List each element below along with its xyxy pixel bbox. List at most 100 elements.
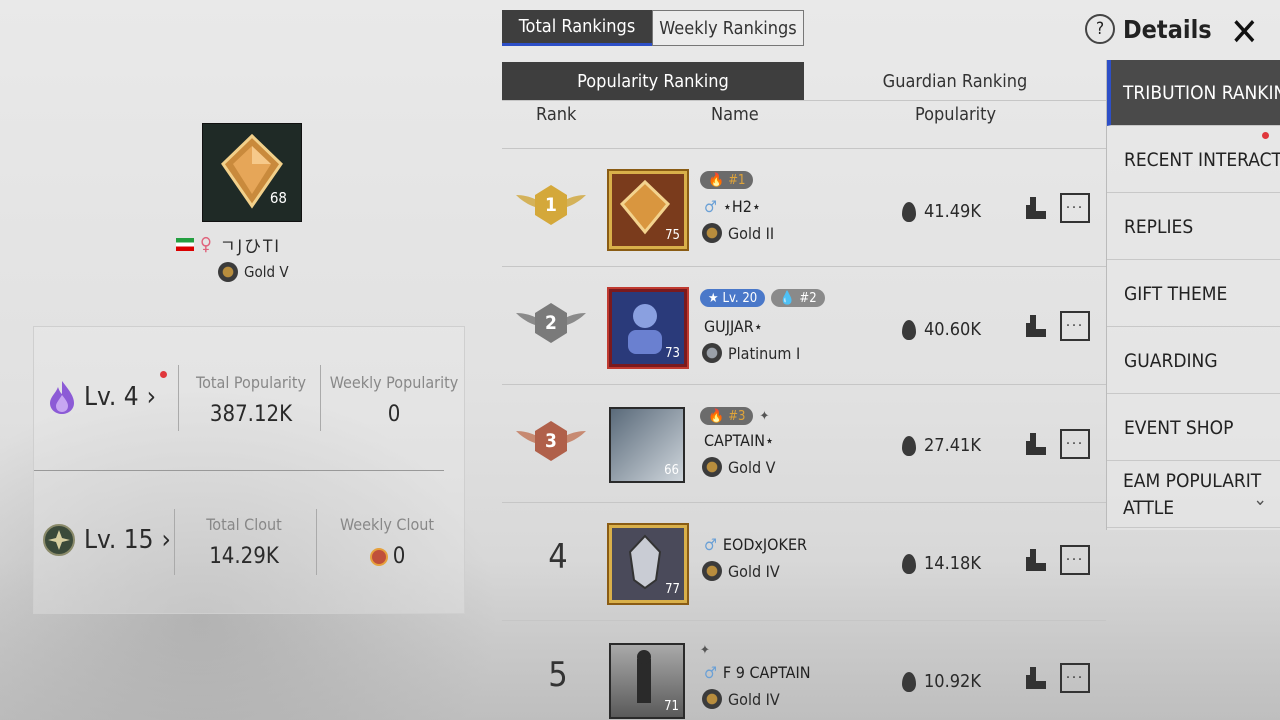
popularity-header: Popularity [915, 104, 997, 125]
table-row[interactable]: 5 71 ✦ ♂ F 9 CAPTAIN Gold IV 10.92K ··· [502, 621, 1106, 720]
nav-contribution-ranking[interactable]: TRIBUTION RANKING [1107, 60, 1280, 126]
popularity-value: 41.49K [924, 201, 981, 222]
player-avatar[interactable]: 73 [609, 289, 687, 367]
player-tier: Gold IV [728, 689, 780, 709]
purple-flame-icon [50, 381, 74, 414]
rank-header: Rank [536, 104, 577, 125]
gift-icon[interactable] [1020, 311, 1050, 341]
rank-number: 5 [548, 655, 568, 695]
tab-guardian-ranking[interactable]: Guardian Ranking [804, 62, 1106, 100]
close-icon[interactable]: ✕ [1230, 12, 1259, 52]
divider [178, 365, 179, 431]
player-avatar[interactable]: 71 [609, 643, 685, 719]
popularity-value: 14.18K [924, 553, 981, 574]
popularity-stats: Lv. 4 › Total Popularity 387.12K Weekly … [34, 345, 464, 455]
nav-event-shop[interactable]: EVENT SHOP [1107, 395, 1280, 461]
male-icon: ♂ [704, 535, 717, 554]
nav-team-popularity-battle[interactable]: EAM POPULARIT ATTLE ⌄ [1107, 462, 1280, 528]
nav-guarding[interactable]: GUARDING [1107, 328, 1280, 394]
divider [320, 365, 321, 431]
player-name: GUJJAR⋆ [704, 317, 763, 336]
player-tier: Gold IV [728, 561, 780, 581]
player-avatar[interactable]: 68 [202, 123, 302, 222]
clan-emblem-icon: ✦ [700, 643, 710, 658]
rank-badge: 🔥 #3 [700, 407, 754, 425]
notification-dot [1262, 132, 1269, 139]
gold-tier-icon [702, 457, 722, 477]
message-icon[interactable]: ··· [1060, 311, 1090, 341]
nav-gift-theme[interactable]: GIFT THEME [1107, 261, 1280, 327]
rank-1-badge: 1 [516, 177, 586, 233]
clout-level-button[interactable]: Lv. 15 › [42, 523, 171, 557]
clout-badge-icon [43, 524, 75, 556]
message-icon[interactable]: ··· [1060, 429, 1090, 459]
divider [502, 100, 1106, 101]
player-name: EODxJOKER [722, 535, 808, 554]
notification-dot [160, 371, 167, 378]
player-badges: 🔥 #1 [700, 171, 754, 189]
popularity-level-button[interactable]: Lv. 4 › [48, 379, 156, 415]
flame-icon [902, 553, 916, 574]
flame-icon [902, 435, 916, 456]
nav-recent-interactions[interactable]: RECENT INTERACTIC [1107, 127, 1280, 193]
player-identity: ♀ ㄱJひTI [176, 233, 281, 257]
details-button[interactable]: ? Details [1085, 14, 1212, 44]
flame-icon [902, 671, 916, 692]
table-row[interactable]: 4 77 ♂ EODxJOKER Gold IV 14.18K ··· [502, 503, 1106, 620]
gift-icon[interactable] [1020, 429, 1050, 459]
stats-panel: Lv. 4 › Total Popularity 387.12K Weekly … [33, 326, 465, 614]
weekly-popularity-value: 0 [387, 402, 401, 427]
player-avatar[interactable]: 75 [609, 171, 687, 249]
rank-badge: 💧 #2 [771, 289, 825, 307]
player-tier: Gold II [728, 223, 775, 243]
gift-icon[interactable] [1020, 193, 1050, 223]
level-badge: ★ Lv. 20 [700, 289, 766, 307]
popularity-value: 27.41K [924, 435, 981, 456]
clout-coin-icon [369, 547, 388, 566]
table-row[interactable]: 3 66 🔥 #3 ✦ CAPTAIN⋆ Gold V 27.41K ··· [502, 385, 1106, 502]
message-icon[interactable]: ··· [1060, 545, 1090, 575]
total-clout: Total Clout 14.29K [180, 515, 308, 569]
clout-stats: Lv. 15 › Total Clout 14.29K Weekly Clout… [34, 489, 464, 599]
player-avatar[interactable]: 66 [609, 407, 685, 483]
popularity-level: Lv. 4 [84, 382, 139, 412]
male-icon: ♂ [704, 197, 717, 216]
tab-total-rankings[interactable]: Total Rankings [502, 10, 652, 46]
divider [316, 509, 317, 575]
popularity-value: 40.60K [924, 319, 981, 340]
table-row[interactable]: 2 73 ★ Lv. 20 💧 #2 GUJJAR⋆ Platinum I 40.6… [502, 267, 1106, 384]
flame-icon [902, 201, 916, 222]
player-badges: ★ Lv. 20 💧 #2 [700, 289, 825, 307]
female-icon: ♀ [200, 233, 214, 255]
message-icon[interactable]: ··· [1060, 663, 1090, 693]
platinum-tier-icon [702, 343, 722, 363]
player-tier: Gold V [218, 262, 289, 282]
player-avatar[interactable]: 77 [609, 525, 687, 603]
nav-replies[interactable]: REPLIES [1107, 194, 1280, 260]
male-icon: ♂ [704, 663, 717, 682]
tab-weekly-rankings[interactable]: Weekly Rankings [652, 10, 804, 46]
tab-popularity-ranking[interactable]: Popularity Ranking [502, 62, 804, 100]
player-tier: Gold V [728, 457, 776, 477]
name-header: Name [711, 104, 759, 125]
avatar-level: 68 [269, 189, 287, 207]
table-row[interactable]: 1 75 🔥 #1 ♂ ⋆H2⋆ Gold II 41.49K ··· [502, 149, 1106, 266]
player-tier-label: Gold V [244, 263, 289, 281]
total-clout-value: 14.29K [209, 544, 279, 569]
rank-badge: 🔥 #1 [700, 171, 754, 189]
rank-3-badge: 3 [516, 413, 586, 469]
side-nav: TRIBUTION RANKING RECENT INTERACTIC REPL… [1106, 60, 1280, 530]
message-icon[interactable]: ··· [1060, 193, 1090, 223]
weekly-popularity: Weekly Popularity 0 [326, 373, 462, 427]
player-name: ⋆H2⋆ [722, 197, 761, 216]
player-badges: 🔥 #3 ✦ [700, 407, 769, 425]
rank-2-badge: 2 [516, 295, 586, 351]
clan-emblem-icon: ✦ [759, 408, 770, 424]
gift-icon[interactable] [1020, 545, 1050, 575]
weekly-clout-value: 0 [392, 544, 406, 569]
gift-icon[interactable] [1020, 663, 1050, 693]
chevron-right-icon: › [146, 382, 156, 412]
total-popularity: Total Popularity 387.12K [184, 373, 318, 427]
player-name: ㄱJひTI [219, 236, 281, 257]
popularity-value: 10.92K [924, 671, 981, 692]
